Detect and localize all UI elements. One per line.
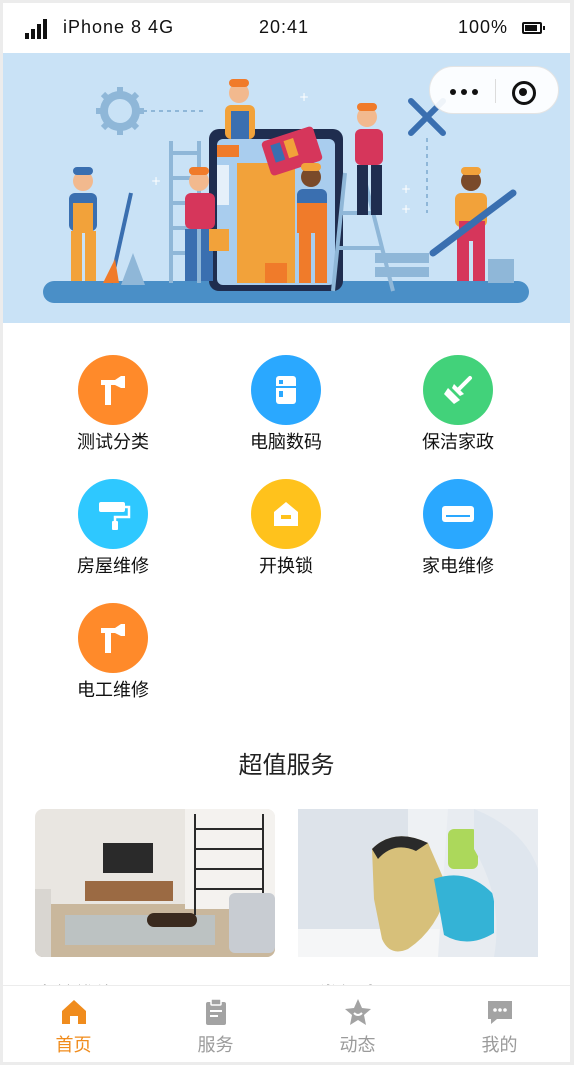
svg-text:+: + — [401, 202, 411, 216]
more-icon[interactable] — [442, 75, 486, 107]
air-conditioner-icon — [423, 479, 493, 549]
category-item-locksmith[interactable]: 开换锁 — [216, 479, 356, 589]
hammer-icon — [78, 355, 148, 425]
tab-label: 我的 — [481, 1035, 518, 1056]
category-item-cleaning[interactable]: 保洁家政 — [388, 355, 528, 465]
category-label: 开换锁 — [259, 556, 313, 577]
home-icon — [59, 997, 89, 1027]
hammer-icon — [78, 603, 148, 673]
tab-feed[interactable]: 动态 — [287, 986, 428, 1062]
chat-icon — [485, 997, 515, 1027]
status-bar: iPhone 8 4G 20:41 100% — [3, 3, 570, 53]
category-label: 房屋维修 — [77, 556, 149, 577]
category-item-digital[interactable]: 电脑数码 — [216, 355, 356, 465]
app-frame: iPhone 8 4G 20:41 100% + + + + 测试分类 电脑数码… — [3, 3, 570, 1062]
battery-icon — [522, 22, 545, 34]
category-label: 保洁家政 — [422, 432, 494, 453]
star-icon — [343, 997, 373, 1027]
section-title: 超值服务 — [238, 751, 335, 779]
capsule-divider — [495, 79, 496, 103]
category-label: 电脑数码 — [250, 432, 322, 453]
category-item-test[interactable]: 测试分类 — [43, 355, 183, 465]
bottom-tab-bar: 首页 服务 动态 我的 — [3, 985, 570, 1062]
service-card[interactable]: 家纺维修 — [35, 809, 275, 1008]
svg-text:+: + — [151, 174, 161, 188]
tab-profile[interactable]: 我的 — [429, 986, 570, 1062]
living-room-photo — [35, 809, 275, 957]
service-card[interactable]: 日常保洁 — [298, 809, 538, 1008]
battery-percent: 100% — [458, 17, 509, 37]
house-lock-icon — [251, 479, 321, 549]
cleaning-photo — [298, 809, 538, 957]
tab-services[interactable]: 服务 — [145, 986, 286, 1062]
category-item-electrician[interactable]: 电工维修 — [43, 603, 183, 713]
fridge-icon — [251, 355, 321, 425]
category-label: 测试分类 — [77, 432, 149, 453]
broom-icon — [423, 355, 493, 425]
tab-label: 动态 — [339, 1035, 376, 1056]
svg-text:+: + — [299, 90, 309, 104]
gear-icon — [96, 87, 144, 135]
category-label: 电工维修 — [77, 680, 149, 701]
tab-label: 服务 — [197, 1035, 234, 1056]
category-item-appliance[interactable]: 家电维修 — [388, 479, 528, 589]
clock: 20:41 — [259, 17, 310, 37]
carrier-label: iPhone 8 4G — [63, 17, 175, 37]
category-label: 家电维修 — [422, 556, 494, 577]
close-target-icon[interactable] — [508, 77, 538, 107]
signal-icon — [25, 19, 51, 39]
category-item-house-repair[interactable]: 房屋维修 — [43, 479, 183, 589]
miniprogram-capsule — [429, 66, 559, 114]
svg-text:+: + — [401, 182, 411, 196]
tab-home[interactable]: 首页 — [3, 986, 144, 1062]
clipboard-icon — [201, 997, 231, 1027]
tab-label: 首页 — [55, 1035, 92, 1056]
paint-roller-icon — [78, 479, 148, 549]
